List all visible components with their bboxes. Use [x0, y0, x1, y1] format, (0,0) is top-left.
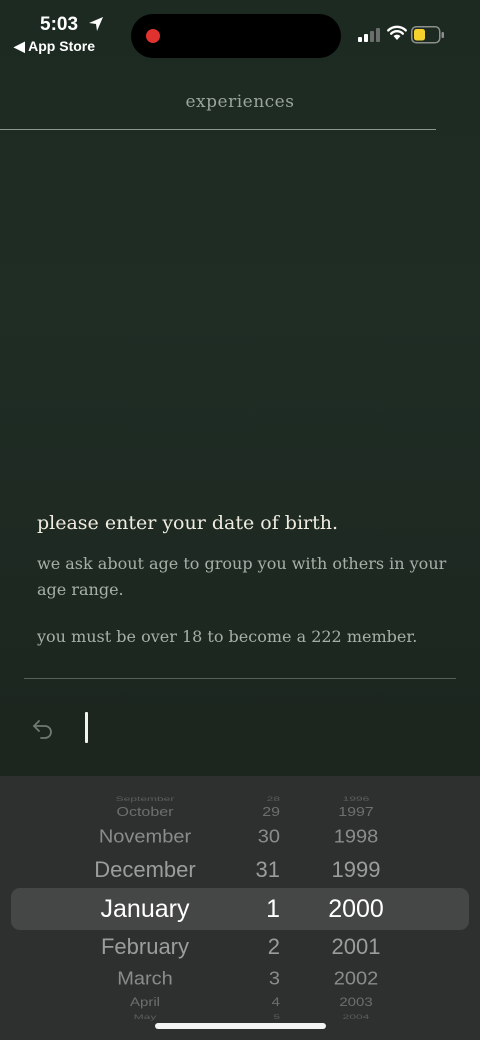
battery-icon: [411, 26, 444, 44]
picker-day-item[interactable]: 3: [230, 969, 294, 990]
screen-record-indicator: [146, 29, 160, 43]
cellular-signal-icon: [358, 28, 380, 42]
status-time: 5:03: [40, 14, 79, 35]
back-to-app-store-link[interactable]: ◀ App Store: [14, 38, 95, 55]
dynamic-island: [131, 14, 341, 58]
wifi-icon: [387, 25, 407, 40]
prompt-description: we ask about age to group you with other…: [37, 554, 447, 599]
picker-year-item[interactable]: 2001: [310, 934, 402, 960]
prompt-age-note: you must be over 18 to become a 222 memb…: [37, 627, 418, 646]
picker-month-item[interactable]: March: [40, 969, 250, 990]
location-arrow-icon: [89, 17, 103, 31]
date-input-cursor[interactable]: [85, 712, 88, 743]
undo-arrow-icon[interactable]: [31, 716, 55, 740]
picker-month-item[interactable]: December: [40, 857, 250, 883]
header-divider: [0, 129, 436, 130]
date-picker[interactable]: September October November December Janu…: [0, 776, 480, 1040]
picker-month-item[interactable]: April: [40, 996, 250, 1010]
picker-day-item[interactable]: 28: [230, 795, 294, 803]
prompt-title: please enter your date of birth.: [37, 512, 339, 534]
picker-year-item[interactable]: 2003: [310, 996, 402, 1010]
picker-year-item[interactable]: 1999: [310, 857, 402, 883]
picker-month-item[interactable]: September: [40, 795, 250, 803]
picker-year-item[interactable]: 1998: [310, 827, 402, 848]
picker-year-item[interactable]: 1996: [310, 795, 402, 803]
picker-month-selected[interactable]: January: [40, 895, 250, 924]
picker-year-item[interactable]: 2004: [310, 1014, 402, 1021]
picker-day-item[interactable]: 4: [230, 996, 294, 1010]
picker-day-item[interactable]: 31: [230, 857, 294, 883]
home-indicator[interactable]: [155, 1023, 326, 1029]
picker-month-column[interactable]: September October November December Janu…: [40, 776, 250, 1040]
picker-month-item[interactable]: February: [40, 934, 250, 960]
status-bar: 5:03 ◀ App Store: [0, 0, 480, 64]
page-title: experiences: [185, 92, 295, 112]
picker-month-item[interactable]: May: [40, 1014, 250, 1021]
picker-day-item[interactable]: 5: [230, 1014, 294, 1021]
picker-year-selected[interactable]: 2000: [310, 895, 402, 924]
picker-year-item[interactable]: 2002: [310, 969, 402, 990]
picker-day-item[interactable]: 30: [230, 827, 294, 848]
picker-day-item[interactable]: 29: [230, 806, 294, 820]
picker-day-column[interactable]: 28 29 30 31 1 2 3 4 5: [230, 776, 294, 1040]
picker-day-selected[interactable]: 1: [230, 895, 294, 924]
picker-year-column[interactable]: 1996 1997 1998 1999 2000 2001 2002 2003 …: [310, 776, 402, 1040]
picker-month-item[interactable]: November: [40, 827, 250, 848]
input-divider: [24, 678, 456, 679]
picker-year-item[interactable]: 1997: [310, 806, 402, 820]
picker-month-item[interactable]: October: [40, 806, 250, 820]
picker-day-item[interactable]: 2: [230, 934, 294, 960]
